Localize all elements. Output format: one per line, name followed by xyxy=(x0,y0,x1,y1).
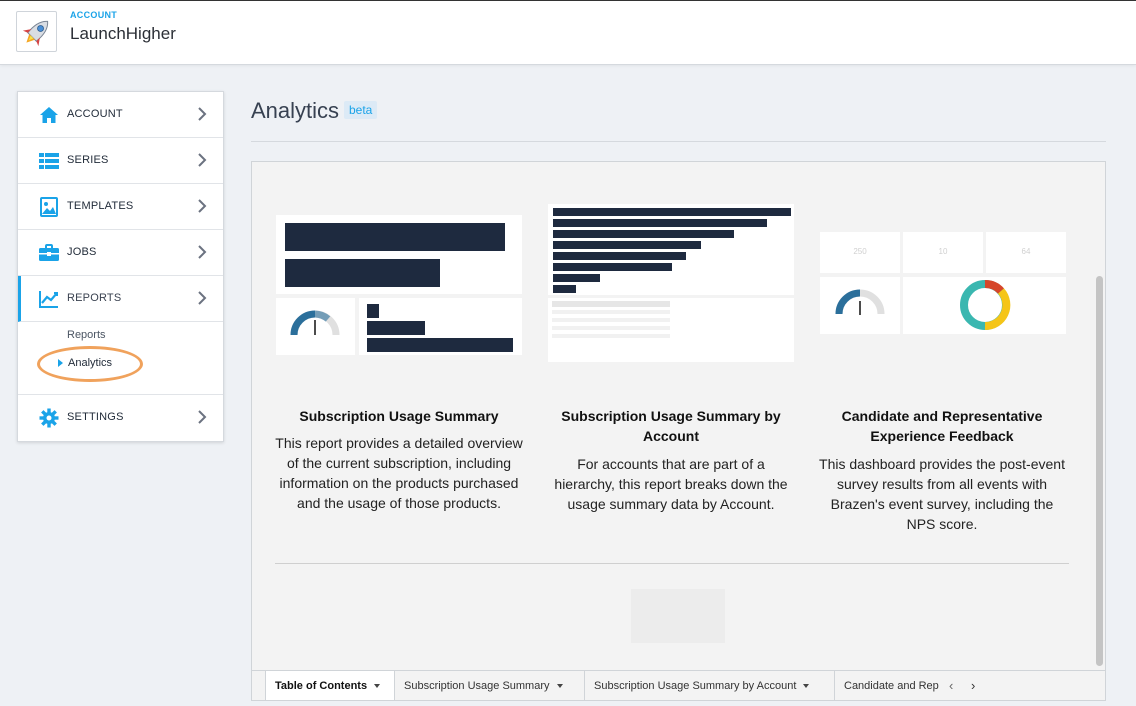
tab-label: Subscription Usage Summary by Account xyxy=(594,680,797,692)
thumb-kpi: 10 xyxy=(903,232,983,273)
thumb-bar xyxy=(367,321,425,335)
account-name: LaunchHigher xyxy=(70,24,176,43)
thumb-table-rows xyxy=(552,310,670,342)
thumb-bar xyxy=(553,241,701,249)
home-icon xyxy=(40,107,58,123)
sidebar-subitem-label: Analytics xyxy=(68,357,113,369)
thumb-bar xyxy=(553,274,600,282)
sidebar-item-account[interactable]: ACCOUNT xyxy=(18,92,223,138)
thumb-donut-panel xyxy=(903,277,1066,334)
image-icon xyxy=(40,197,58,217)
account-label: ACCOUNT xyxy=(70,10,118,20)
analytics-embed-frame: 250 10 64 Subscription Usage Summary Thi… xyxy=(251,161,1106,701)
top-header: ACCOUNT LaunchHigher xyxy=(0,0,1136,65)
chevron-right-icon xyxy=(198,153,207,167)
thumb-kpi: 250 xyxy=(820,232,900,273)
rocket-icon xyxy=(22,20,49,47)
scrollbar-thumb[interactable] xyxy=(1096,276,1103,666)
sidebar-item-label: ACCOUNT xyxy=(67,108,123,120)
card-description: For accounts that are part of a hierarch… xyxy=(554,456,788,512)
chevron-right-icon xyxy=(198,291,207,305)
chevron-right-icon xyxy=(198,107,207,121)
card-title[interactable]: Candidate and Representative Experience … xyxy=(817,406,1067,446)
thumb-bar xyxy=(285,223,505,251)
chevron-right-icon xyxy=(198,410,207,424)
card-title[interactable]: Subscription Usage Summary by Account xyxy=(546,406,796,446)
thumb-bar xyxy=(367,338,513,352)
card-description: This report provides a detailed overview… xyxy=(275,435,523,511)
thumb-bar xyxy=(553,285,576,293)
sidebar-item-label: SERIES xyxy=(67,154,109,166)
gear-icon xyxy=(39,408,59,428)
gauge-icon xyxy=(290,310,340,336)
thumb-bar xyxy=(285,259,440,287)
tab-subscription-usage-by-account[interactable]: Subscription Usage Summary by Account xyxy=(585,671,835,700)
sidebar-item-jobs[interactable]: JOBS xyxy=(18,230,223,276)
thumb-kpi-value: 10 xyxy=(938,247,948,256)
sidebar-subitem-analytics[interactable]: Analytics xyxy=(58,357,112,369)
caret-down-icon xyxy=(374,684,381,689)
thumb-table-header xyxy=(552,301,670,307)
tab-experience-feedback[interactable]: Candidate and Representative Experience … xyxy=(835,671,939,700)
gauge-icon xyxy=(835,289,885,315)
card-description: This dashboard provides the post-event s… xyxy=(819,456,1065,532)
thumb-bar xyxy=(553,263,672,271)
thumb-kpi-value: 64 xyxy=(1021,247,1031,256)
sidebar-item-label: REPORTS xyxy=(67,292,122,304)
list-icon xyxy=(39,153,59,169)
thumb-kpi: 64 xyxy=(986,232,1066,273)
card-title[interactable]: Subscription Usage Summary xyxy=(274,406,524,426)
thumb-kpi-value: 250 xyxy=(853,247,867,256)
caret-down-icon xyxy=(803,684,810,689)
thumb-bar xyxy=(553,252,686,260)
donut-chart-icon xyxy=(960,280,1011,331)
sidebar-item-label: SETTINGS xyxy=(67,411,124,423)
thumb-gauge-panel xyxy=(820,277,900,334)
thumb-panel xyxy=(276,215,522,294)
tab-subscription-usage-summary[interactable]: Subscription Usage Summary xyxy=(395,671,585,700)
sheet-tab-strip: Table of Contents Subscription Usage Sum… xyxy=(252,670,1105,700)
chevron-right-icon xyxy=(198,245,207,259)
tab-label: Table of Contents xyxy=(275,680,368,692)
thumb-bar xyxy=(553,230,734,238)
tab-label: Candidate and Representative Experience … xyxy=(844,680,939,692)
thumb-bar-panel xyxy=(359,298,522,355)
tab-scroll-left-icon[interactable]: ‹ xyxy=(949,678,953,693)
chart-line-icon xyxy=(39,291,58,308)
content-divider xyxy=(275,563,1069,564)
briefcase-icon xyxy=(39,244,59,261)
thumb-panel xyxy=(548,204,794,295)
tab-spacer xyxy=(252,671,266,700)
beta-badge: beta xyxy=(344,101,378,119)
sidebar-item-reports[interactable]: REPORTS xyxy=(18,276,223,322)
account-logo[interactable] xyxy=(16,11,57,52)
placeholder-block xyxy=(631,589,725,643)
tab-label: Subscription Usage Summary xyxy=(404,680,550,692)
thumb-table-panel xyxy=(548,298,794,362)
tab-table-of-contents[interactable]: Table of Contents xyxy=(266,671,395,700)
thumb-bar xyxy=(367,304,379,318)
sidebar-nav: ACCOUNT SERIES TEMPLATES JOBS REPORTS Re… xyxy=(17,91,224,442)
tab-scroll-right-icon[interactable]: › xyxy=(971,678,975,693)
chevron-right-icon xyxy=(198,199,207,213)
thumb-gauge-panel xyxy=(276,298,355,355)
sidebar-subitem-reports[interactable]: Reports xyxy=(67,329,106,341)
sidebar-item-label: TEMPLATES xyxy=(67,200,134,212)
thumb-bar xyxy=(553,219,767,227)
sidebar-item-settings[interactable]: SETTINGS xyxy=(18,395,223,441)
thumb-bar xyxy=(553,208,791,216)
caret-right-icon xyxy=(58,359,63,368)
sidebar-item-series[interactable]: SERIES xyxy=(18,138,223,184)
vertical-scrollbar[interactable] xyxy=(1093,162,1105,670)
sidebar-item-label: JOBS xyxy=(67,246,97,258)
sidebar-item-templates[interactable]: TEMPLATES xyxy=(18,184,223,230)
page-title: Analytics xyxy=(251,98,340,123)
caret-down-icon xyxy=(556,684,563,689)
title-divider xyxy=(251,141,1106,142)
